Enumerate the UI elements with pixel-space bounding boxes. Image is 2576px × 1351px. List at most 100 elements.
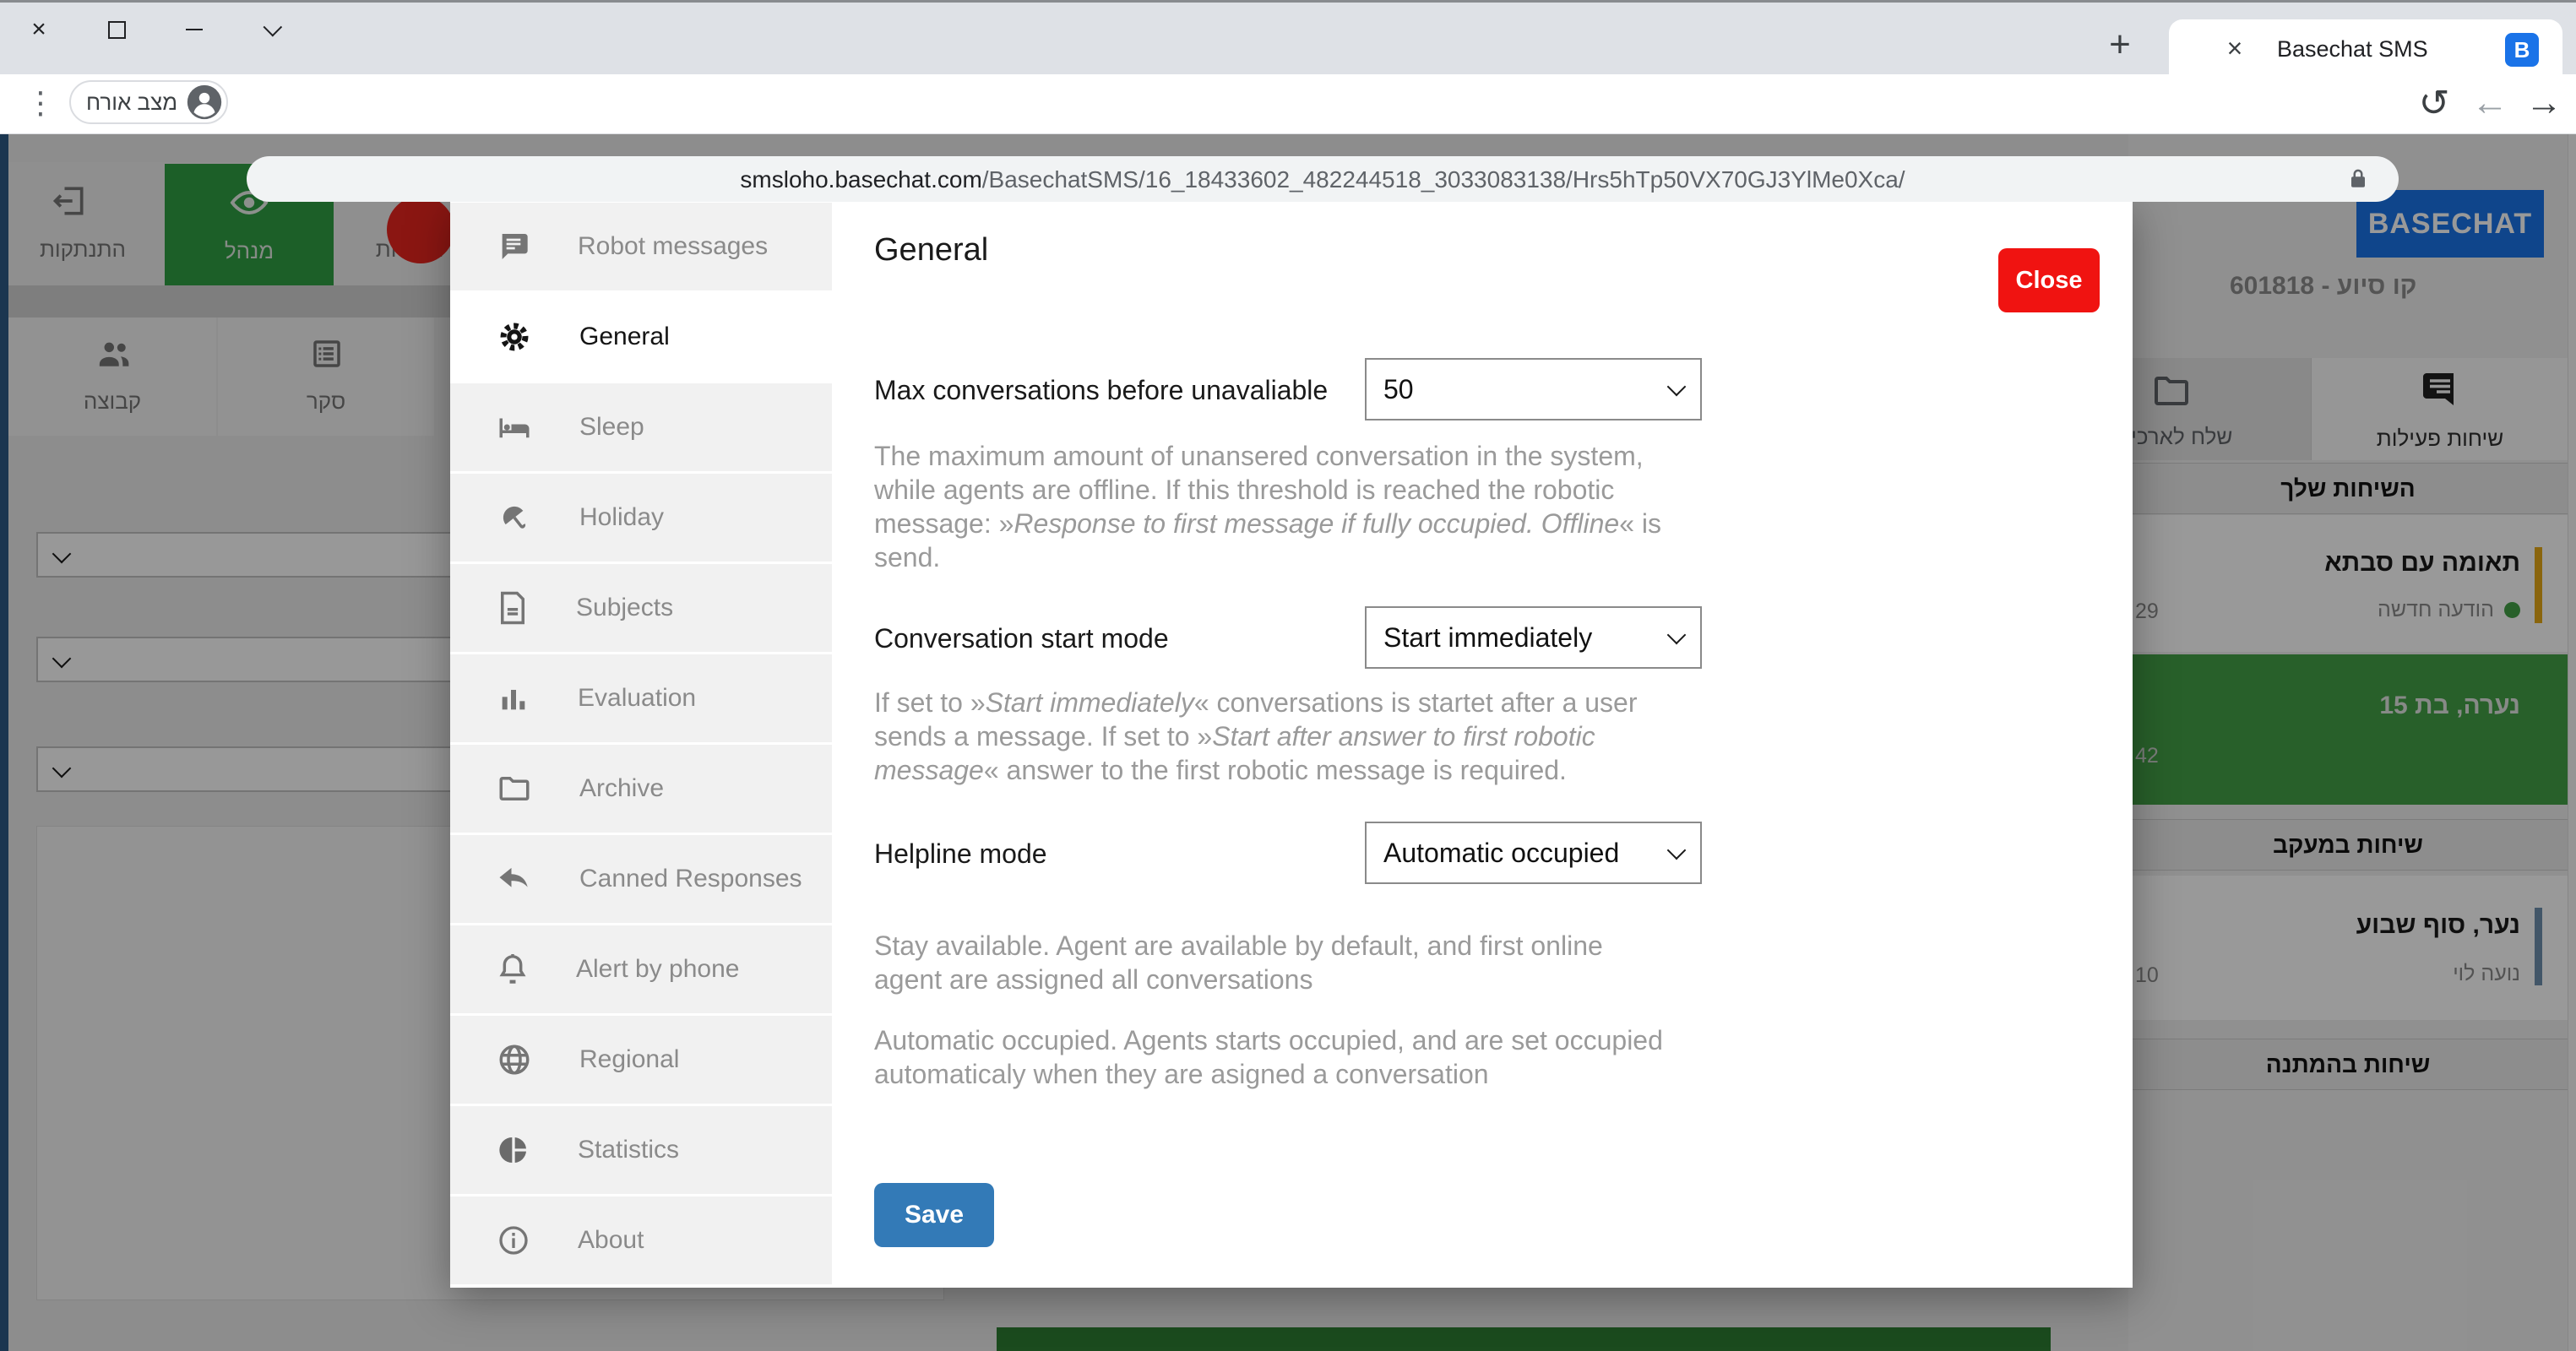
kebab-menu-icon: ⋮ (25, 85, 56, 120)
sidebar-item-sleep[interactable]: Sleep (450, 383, 832, 471)
sidebar-item-archive[interactable]: Archive (450, 745, 832, 833)
sidebar-item-alert-by-phone[interactable]: Alert by phone (450, 925, 832, 1013)
favicon: B (2505, 33, 2539, 67)
max-conversations-select[interactable]: 50 (1365, 358, 1702, 420)
field-label-helpline-mode: Helpline mode (874, 838, 1047, 869)
browser-tab[interactable]: × Basechat SMS B (2169, 19, 2562, 77)
desc-line: Automatic occupied. Agents starts occupi… (874, 1025, 1663, 1055)
window-menu-button[interactable] (255, 14, 285, 45)
browser-titlebar: × + × Basechat SMS B (0, 0, 2576, 77)
gear-icon (497, 319, 532, 355)
bed-icon (497, 410, 532, 444)
desc-line: If set to » (874, 687, 986, 718)
modal-title: General (874, 232, 989, 268)
desc-line: agent are assigned all conversations (874, 964, 1313, 995)
arrow-right-icon: → (2525, 82, 2562, 123)
desc-line-italic: Start after answer to first robotic (1212, 721, 1595, 751)
info-icon (497, 1223, 530, 1257)
window-maximize-button[interactable] (101, 14, 132, 45)
description-max-conversations: The maximum amount of unansered conversa… (874, 439, 1769, 574)
close-icon: × (31, 15, 46, 43)
select-value: Automatic occupied (1383, 837, 1620, 868)
back-button[interactable]: ← (2468, 79, 2512, 127)
sidebar-item-label: Statistics (578, 1136, 680, 1164)
sidebar-item-statistics[interactable]: Statistics (450, 1106, 832, 1194)
sidebar-item-robot-messages[interactable]: Robot messages (450, 203, 832, 290)
screen: × + × Basechat SMS B ⋮ מצב אורח smsloho.… (0, 0, 2576, 1351)
desc-line: sends a message. If set to » (874, 721, 1213, 751)
desc-line: « is (1619, 508, 1661, 539)
close-button[interactable]: Close (1998, 248, 2100, 312)
sidebar-item-holiday[interactable]: Holiday (450, 474, 832, 562)
desc-line: « conversations is startet after a user (1193, 687, 1638, 718)
sidebar-item-label: Regional (579, 1045, 680, 1073)
pie-chart-icon (497, 1133, 530, 1167)
forward-button[interactable]: → (2522, 79, 2566, 127)
bar-chart-icon (497, 681, 530, 715)
url-text: smsloho.basechat.com/BasechatSMS/16_1843… (740, 166, 1905, 193)
globe-icon (497, 1042, 532, 1077)
bell-icon (497, 952, 529, 987)
arrow-left-icon: ← (2471, 82, 2508, 123)
desc-line-italic: Response to first message if fully occup… (1014, 508, 1620, 539)
sidebar-item-regional[interactable]: Regional (450, 1016, 832, 1104)
browser-menu-button[interactable]: ⋮ (24, 79, 57, 127)
select-value: 50 (1383, 373, 1414, 404)
sidebar-item-label: Subjects (576, 594, 674, 621)
helpline-mode-select[interactable]: Automatic occupied (1365, 822, 1702, 884)
reply-arrow-icon (497, 863, 532, 895)
conversation-start-mode-select[interactable]: Start immediately (1365, 606, 1702, 669)
maximize-icon (107, 20, 126, 39)
url-path: /BasechatSMS/16_18433602_482244518_30330… (981, 166, 1905, 193)
url-domain: smsloho.basechat.com (740, 166, 982, 193)
reload-icon: ↺ (2418, 82, 2450, 124)
description-start-mode: If set to »Start immediately« conversati… (874, 686, 1769, 787)
description-automatic-occupied: Automatic occupied. Agents starts occupi… (874, 1023, 1769, 1091)
desc-line: while agents are offline. If this thresh… (874, 475, 1615, 505)
sidebar-item-general[interactable]: General (450, 293, 832, 381)
favicon-letter: B (2514, 36, 2530, 62)
lock-icon[interactable] (2345, 166, 2371, 192)
sidebar-item-evaluation[interactable]: Evaluation (450, 654, 832, 742)
plus-icon: + (2109, 24, 2131, 65)
tab-close-button[interactable]: × (2218, 31, 2252, 65)
sidebar-item-label: Alert by phone (576, 955, 740, 983)
reload-button[interactable]: ↺ (2412, 79, 2456, 127)
desc-line: automaticaly when they are asigned a con… (874, 1059, 1489, 1089)
field-label-start-mode: Conversation start mode (874, 623, 1169, 654)
settings-sidebar: Robot messages General Sleep Holiday Sub… (450, 200, 832, 1288)
guest-profile-button[interactable]: מצב אורח (69, 80, 228, 124)
umbrella-icon (497, 500, 532, 535)
save-button-label: Save (904, 1201, 965, 1229)
sidebar-item-label: Canned Responses (579, 865, 802, 893)
desc-line: Stay available. Agent are available by d… (874, 931, 1603, 961)
chevron-down-icon (1666, 625, 1687, 645)
sidebar-item-label: Sleep (579, 413, 644, 441)
desc-line: The maximum amount of unansered conversa… (874, 441, 1644, 471)
minimize-icon (186, 28, 203, 31)
desc-line: message: » (874, 508, 1014, 539)
sidebar-item-label: Evaluation (578, 684, 697, 712)
save-button[interactable]: Save (874, 1183, 994, 1247)
sidebar-item-label: About (578, 1226, 644, 1254)
description-stay-available: Stay available. Agent are available by d… (874, 929, 1769, 996)
sidebar-item-subjects[interactable]: Subjects (450, 564, 832, 652)
window-close-button[interactable]: × (24, 14, 54, 45)
chevron-down-icon (1666, 840, 1687, 860)
desc-line-italic: message (874, 755, 984, 785)
avatar-icon (186, 84, 223, 121)
settings-modal: Robot messages General Sleep Holiday Sub… (450, 200, 2133, 1288)
desc-line: « answer to the first robotic message is… (983, 755, 1567, 785)
chevron-down-icon (1666, 377, 1687, 397)
sidebar-item-about[interactable]: About (450, 1196, 832, 1284)
chevron-down-icon (263, 17, 283, 37)
sidebar-item-label: Archive (579, 774, 665, 802)
field-label-max-conversations: Max conversations before unavaliable (874, 375, 1329, 405)
select-value: Start immediately (1383, 621, 1593, 653)
window-minimize-button[interactable] (179, 14, 209, 45)
new-tab-button[interactable]: + (2096, 21, 2144, 68)
guest-mode-label: מצב אורח (86, 89, 178, 115)
sidebar-item-canned-responses[interactable]: Canned Responses (450, 835, 832, 923)
desc-line: send. (874, 542, 941, 572)
url-bar[interactable]: smsloho.basechat.com/BasechatSMS/16_1843… (247, 156, 2399, 202)
